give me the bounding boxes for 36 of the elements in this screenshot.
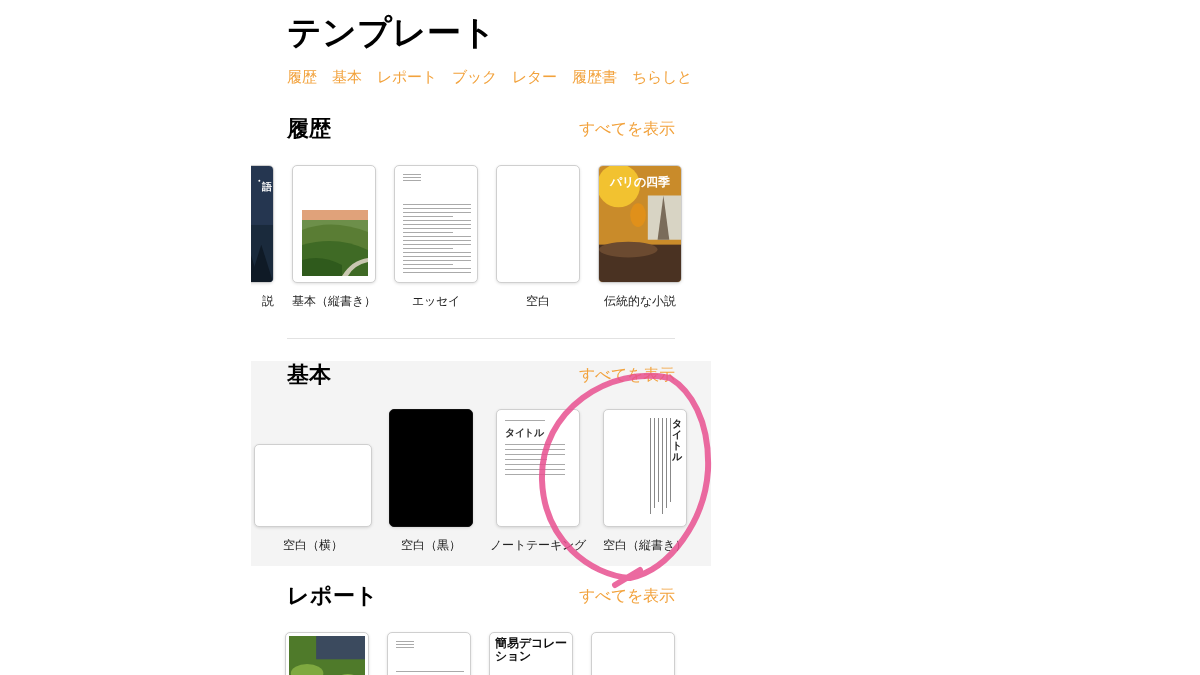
- template-name: 空白（横）: [283, 537, 343, 554]
- template-thumbnail[interactable]: パリの四季: [598, 165, 682, 283]
- category-link[interactable]: レター: [512, 68, 557, 87]
- category-link[interactable]: レポート: [377, 68, 437, 87]
- cover-title: タイトル: [672, 418, 682, 462]
- placeholder-text-drawing: [403, 174, 421, 183]
- category-link[interactable]: 履歴書: [572, 68, 617, 87]
- template-name: 説: [262, 293, 274, 310]
- template-name: エッセイ: [412, 293, 460, 310]
- template-thumbnail[interactable]: タイトル: [496, 409, 580, 527]
- category-link[interactable]: 基本: [332, 68, 362, 87]
- placeholder-text-drawing: [505, 420, 545, 424]
- see-all-link[interactable]: すべてを表示: [579, 585, 675, 607]
- template-name: 基本（縦書き）: [292, 293, 376, 310]
- category-link[interactable]: 履歴: [287, 68, 317, 87]
- template-thumbnail[interactable]: [389, 409, 473, 527]
- section-heading: レポート: [287, 582, 378, 610]
- category-link[interactable]: ちらしと: [632, 68, 692, 87]
- template-name: 伝統的な小説: [604, 293, 676, 310]
- template-name: 空白（縦書き）: [603, 537, 687, 554]
- cover-title: 簡易デコレーション: [495, 637, 567, 663]
- page-title: テンプレート: [287, 11, 497, 54]
- section-heading: 履歴: [287, 115, 331, 143]
- placeholder-text-drawing: [403, 204, 471, 276]
- category-link[interactable]: ブック: [452, 68, 497, 87]
- cover-title: タイトル: [505, 426, 543, 440]
- placeholder-text-drawing: [396, 641, 414, 650]
- template-thumbnail[interactable]: タイトル: [603, 409, 687, 527]
- template-thumbnail[interactable]: 語: [251, 165, 274, 283]
- template-thumbnail[interactable]: 簡易デコレーション: [489, 632, 573, 675]
- cover-title: 語: [261, 180, 271, 194]
- section-heading: 基本: [287, 361, 331, 389]
- cover-title: パリの四季: [609, 174, 671, 191]
- template-name: 空白（黒）: [401, 537, 461, 554]
- see-all-link[interactable]: すべてを表示: [579, 118, 675, 140]
- template-name: 空白: [526, 293, 550, 310]
